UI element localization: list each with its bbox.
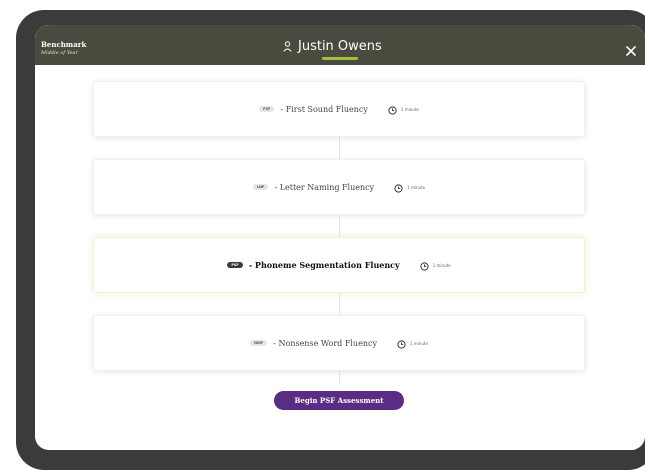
measure-card-lnf[interactable]: LNF - Letter Naming Fluency 1 minute <box>93 159 585 215</box>
measure-card-fsf[interactable]: FSF - First Sound Fluency 1 minute <box>93 81 585 137</box>
user-icon <box>283 37 292 56</box>
duration-text: 1 minute <box>432 262 451 268</box>
measure-code-badge: PSF <box>227 262 243 268</box>
begin-assessment-button[interactable]: Begin PSF Assessment <box>274 391 404 410</box>
assessment-modal: Benchmark Middle of Year Justin Owens FS… <box>35 25 645 450</box>
measure-code-badge: FSF <box>259 106 275 112</box>
measure-duration: 1 minute <box>420 256 451 275</box>
measure-card-psf[interactable]: PSF - Phoneme Segmentation Fluency 1 min… <box>93 237 585 293</box>
measure-duration: 1 minute <box>397 334 428 353</box>
modal-header: Benchmark Middle of Year Justin Owens <box>35 25 645 65</box>
duration-text: 1 minute <box>409 340 428 346</box>
measure-card-nwf[interactable]: NWF - Nonsense Word Fluency 1 minute <box>93 315 585 371</box>
clock-icon <box>420 256 429 275</box>
measure-label: - Phoneme Segmentation Fluency <box>248 260 400 270</box>
measure-code-badge: NWF <box>250 340 268 346</box>
measure-duration: 1 minute <box>388 100 419 119</box>
student-name: Justin Owens <box>298 39 382 54</box>
measure-label: - Nonsense Word Fluency <box>273 338 377 348</box>
benchmark-title: Benchmark <box>41 40 87 49</box>
clock-icon <box>397 334 406 353</box>
measure-label: - First Sound Fluency <box>280 104 368 114</box>
measure-duration: 1 minute <box>394 178 425 197</box>
duration-text: 1 minute <box>407 184 426 190</box>
close-button[interactable] <box>624 43 638 57</box>
student-header: Justin Owens <box>283 37 382 56</box>
close-icon[interactable] <box>624 43 638 62</box>
measures-list: FSF - First Sound Fluency 1 minute LNF -… <box>35 65 645 450</box>
measure-code-badge: LNF <box>252 184 269 190</box>
benchmark-period: Middle of Year <box>41 50 78 56</box>
duration-text: 1 minute <box>400 106 419 112</box>
measure-label: - Letter Naming Fluency <box>274 182 375 192</box>
clock-icon <box>394 178 403 197</box>
clock-icon <box>388 100 397 119</box>
student-name-underline <box>322 57 358 60</box>
